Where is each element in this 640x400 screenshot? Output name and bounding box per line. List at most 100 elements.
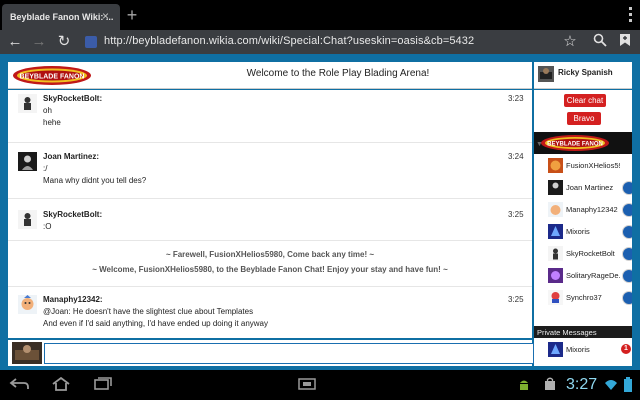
message-time: 3:25 — [508, 295, 524, 304]
message-list[interactable]: SkyRocketBolt: 3:23 oh hehe Joan Martine… — [8, 90, 532, 338]
clear-chat-button[interactable]: Clear chat — [564, 94, 606, 107]
current-user-avatar — [538, 66, 554, 82]
back-arrow-icon[interactable]: ← — [6, 33, 24, 51]
message-time: 3:24 — [508, 152, 524, 161]
collapse-chevron-icon[interactable]: ▼ — [536, 141, 543, 148]
overflow-menu-icon[interactable] — [624, 4, 636, 24]
wiki-room-banner[interactable]: BEYBLADE FANON — [534, 132, 632, 154]
user-status-icon — [622, 269, 632, 283]
chat-message-input[interactable] — [44, 343, 534, 364]
android-icon — [516, 377, 532, 393]
message-text: :/ — [43, 164, 48, 173]
user-avatar — [548, 158, 563, 173]
svg-text:BEYBLADE FANON: BEYBLADE FANON — [547, 142, 603, 148]
message-divider — [8, 142, 532, 143]
message-divider — [8, 286, 532, 287]
wifi-icon — [604, 377, 618, 393]
user-avatar — [548, 246, 563, 261]
message-text: And even if I'd said anything, I'd have … — [43, 319, 268, 328]
private-message-item[interactable]: Mixoris 1 — [534, 338, 632, 360]
shopping-bag-icon — [542, 377, 558, 393]
user-name: Manaphy12342 — [566, 205, 618, 214]
compose-bar — [8, 340, 534, 366]
chat-sidebar: Clear chat Bravo BEYBLADE FANON ▼ Fusion… — [534, 90, 632, 366]
private-messages-header: Private Messages — [534, 326, 632, 338]
user-avatar — [548, 180, 563, 195]
back-icon[interactable] — [8, 377, 30, 393]
user-name: SkyRocketBolt — [566, 249, 615, 258]
current-user-header: Ricky Spanish — [534, 62, 632, 89]
user-status-icon — [622, 247, 632, 261]
user-list-item[interactable]: SolitaryRageDe... — [534, 266, 632, 288]
user-avatar[interactable] — [18, 152, 37, 171]
user-name: SolitaryRageDe... — [566, 271, 620, 280]
close-tab-icon[interactable]: × — [102, 10, 114, 22]
user-name: Joan Martinez — [566, 183, 614, 192]
message-author[interactable]: SkyRocketBolt: — [43, 210, 102, 219]
battery-icon — [622, 377, 634, 393]
chat-message: Manaphy12342: 3:25 @Joan: He doesn't hav… — [8, 295, 532, 331]
user-list-item[interactable]: Mixoris — [534, 222, 632, 244]
user-status-icon — [622, 181, 632, 195]
current-user-name[interactable]: Ricky Spanish — [558, 68, 613, 77]
inline-alert-leave: ~ Farewell, FusionXHelios5980, Come back… — [165, 250, 375, 259]
user-name: FusionXHelios5980 — [566, 161, 620, 170]
message-time: 3:23 — [508, 94, 524, 103]
bookmark-star-icon[interactable]: ☆ — [561, 33, 579, 51]
user-avatar — [548, 224, 563, 239]
message-time: 3:25 — [508, 210, 524, 219]
message-text: oh — [43, 106, 52, 115]
system-navigation-bar: 3:27 — [0, 370, 640, 400]
user-status-icon — [622, 203, 632, 217]
user-status-icon — [622, 291, 632, 305]
message-divider — [8, 240, 532, 241]
tab-strip: Beyblade Fanon Wiki: ... × + — [0, 0, 640, 30]
message-text: Mana why didnt you tell des? — [43, 176, 147, 185]
reload-icon[interactable]: ↻ — [55, 33, 73, 51]
chat-message: SkyRocketBolt: 3:25 :O — [8, 210, 532, 234]
chat-header: BEYBLADE FANON Welcome to the Role Play … — [8, 62, 532, 89]
user-list-item[interactable]: Joan Martinez — [534, 178, 632, 200]
chat-page: BEYBLADE FANON Welcome to the Role Play … — [0, 54, 640, 370]
tab-title: Beyblade Fanon Wiki: ... — [10, 12, 114, 22]
beyblade-fanon-logo: BEYBLADE FANON — [541, 135, 609, 151]
chat-room-title: Welcome to the Role Play Blading Arena! — [246, 68, 430, 79]
user-avatar[interactable] — [18, 210, 37, 229]
browser-toolbar: ← → ↻ http://beybladefanon.wikia.com/wik… — [0, 30, 640, 54]
bravo-button[interactable]: Bravo — [567, 112, 601, 125]
user-list-item[interactable]: Synchro37 — [534, 288, 632, 310]
site-favicon-icon — [85, 36, 97, 48]
new-tab-icon[interactable]: + — [122, 6, 142, 26]
user-avatar — [548, 290, 563, 305]
search-icon[interactable] — [591, 33, 609, 51]
user-avatar — [548, 268, 563, 283]
unread-count-badge: 1 — [621, 344, 631, 354]
user-list-item[interactable]: Manaphy12342 — [534, 200, 632, 222]
chat-message: Joan Martinez: 3:24 :/ Mana why didnt yo… — [8, 152, 532, 188]
chat-message: SkyRocketBolt: 3:23 oh hehe — [8, 94, 532, 130]
address-bar[interactable]: http://beybladefanon.wikia.com/wiki/Spec… — [104, 35, 474, 47]
message-author[interactable]: Joan Martinez: — [43, 152, 99, 161]
user-status-icon — [622, 225, 632, 239]
user-list-item[interactable]: FusionXHelios5980 — [534, 156, 632, 178]
message-author[interactable]: SkyRocketBolt: — [43, 94, 102, 103]
beyblade-fanon-logo[interactable]: BEYBLADE FANON — [12, 65, 92, 86]
recent-apps-icon[interactable] — [92, 377, 114, 393]
user-list-item[interactable]: SkyRocketBolt — [534, 244, 632, 266]
message-divider — [8, 198, 532, 199]
svg-text:BEYBLADE FANON: BEYBLADE FANON — [20, 74, 85, 81]
user-name: Synchro37 — [566, 293, 602, 302]
inline-alert-join: ~ Welcome, FusionXHelios5980, to the Bey… — [92, 265, 448, 274]
message-text: :O — [43, 222, 52, 231]
home-icon[interactable] — [50, 376, 72, 393]
bookmarks-icon[interactable] — [616, 33, 634, 51]
user-avatar[interactable] — [18, 94, 37, 113]
message-text: hehe — [43, 118, 61, 127]
user-avatar — [548, 202, 563, 217]
message-author[interactable]: Manaphy12342: — [43, 295, 103, 304]
screenshot-icon[interactable] — [296, 377, 318, 393]
user-avatar — [548, 342, 563, 357]
forward-arrow-icon[interactable]: → — [30, 33, 48, 51]
system-clock: 3:27 — [566, 376, 598, 393]
user-avatar[interactable] — [18, 295, 37, 314]
